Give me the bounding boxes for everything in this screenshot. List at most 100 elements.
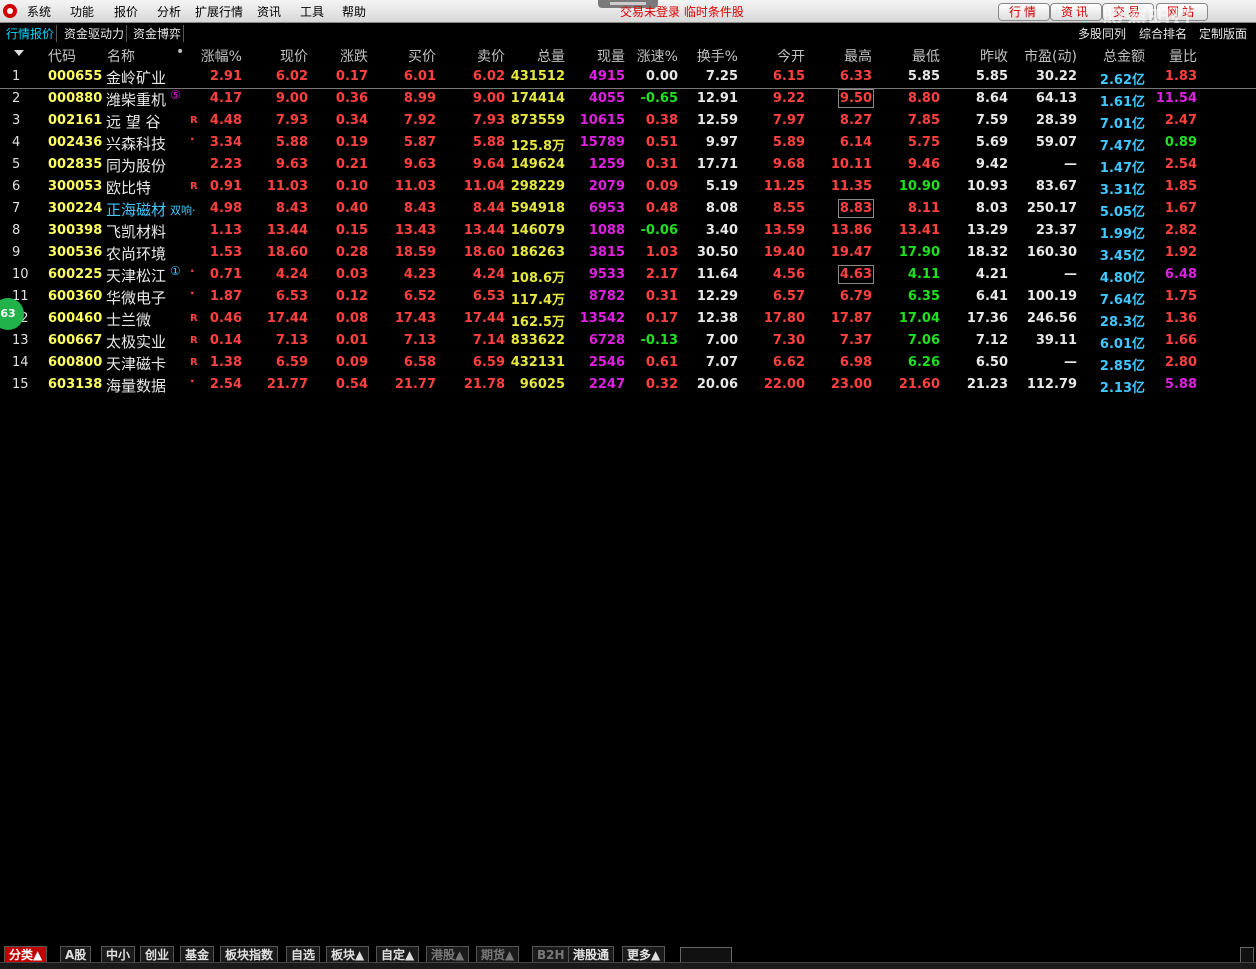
tab-multi-stock[interactable]: 多股同列 [1078, 25, 1126, 42]
column-header[interactable]: 总金额 [1103, 46, 1145, 66]
cell-high: 6.79 [839, 289, 872, 304]
stock-name: 欧比特 [106, 179, 152, 197]
menu-analysis[interactable]: 分析 [157, 3, 181, 20]
cell-prev: 9.42 [975, 157, 1008, 172]
table-row[interactable]: 14 600800 天津磁卡 R 1.38 6.59 0.09 6.58 6.59 432131 2… [0, 352, 1256, 374]
cell-price: 5.88 [275, 135, 308, 150]
cell-pct: 1.53 [209, 245, 242, 260]
cell-high: 19.47 [830, 245, 872, 260]
cell-spd: 0.61 [645, 355, 678, 370]
table-row[interactable]: 4 002436 兴森科技 · 3.34 5.88 0.19 5.87 5.88 125.8万 15… [0, 132, 1256, 154]
cell-chg: 0.01 [335, 333, 368, 348]
column-header[interactable]: 现量 [597, 46, 625, 66]
cell-turn: 7.25 [705, 69, 738, 84]
cell-spd: 0.31 [645, 157, 678, 172]
column-header[interactable]: 涨跌 [340, 46, 368, 66]
cell-cur: 15789 [579, 135, 625, 150]
menu-function[interactable]: 功能 [70, 3, 94, 20]
menu-news[interactable]: 资讯 [257, 3, 281, 20]
column-header[interactable]: 昨收 [980, 46, 1008, 66]
column-header[interactable]: 最低 [912, 46, 940, 66]
cell-vol: 108.6万 [510, 271, 565, 286]
cell-pe: 64.13 [1035, 91, 1077, 106]
table-row[interactable]: 7 300224 正海磁材 双响· 4.98 8.43 0.40 8.43 8.44 594918… [0, 198, 1256, 220]
tab-composite-rank[interactable]: 综合排名 [1139, 25, 1187, 42]
cell-low: 7.06 [907, 333, 940, 348]
tab-custom-layout[interactable]: 定制版面 [1199, 25, 1247, 42]
cell-low: 9.46 [907, 157, 940, 172]
column-header[interactable]: 最高 [844, 46, 872, 66]
table-row[interactable]: 9 300536 农尚环境 1.53 18.60 0.28 18.59 18.60 186263… [0, 242, 1256, 264]
cell-bid: 18.59 [394, 245, 436, 260]
cell-pe: 39.11 [1035, 333, 1077, 348]
cell-ratio: 2.54 [1164, 157, 1197, 172]
menu-quote[interactable]: 报价 [114, 3, 138, 20]
tab-capital-drive[interactable]: 资金驱动力 [62, 25, 128, 42]
cell-spd: -0.65 [640, 91, 678, 106]
column-header[interactable]: 涨速% [637, 46, 678, 66]
column-header[interactable]: 今开 [777, 46, 805, 66]
column-header[interactable]: 现价 [280, 46, 308, 66]
stock-code: 600460 [48, 311, 103, 326]
sort-dropdown-icon[interactable] [14, 50, 24, 56]
login-notice[interactable]: 交易未登录 临时条件股 [620, 3, 744, 20]
menu-help[interactable]: 帮助 [342, 3, 366, 20]
cell-amt: 2.13亿 [1099, 381, 1145, 396]
cell-vol: 432131 [510, 355, 565, 370]
cell-price: 7.13 [275, 333, 308, 348]
cell-prev: 4.21 [975, 267, 1008, 282]
column-header[interactable]: 市盈(动) [1024, 46, 1077, 66]
column-header[interactable]: 换手% [697, 46, 738, 66]
cell-chg: 0.36 [335, 91, 368, 106]
tab-capital-game[interactable]: 资金博弈 [131, 25, 185, 42]
table-row[interactable]: 12600460士兰微R0.4617.440.0817.4317.44162.5… [0, 308, 1256, 330]
column-header[interactable]: 买价 [408, 46, 436, 66]
cell-prev: 8.03 [975, 201, 1008, 216]
menu-extended-market[interactable]: 扩展行情 [195, 3, 243, 20]
cell-bid: 6.58 [403, 355, 436, 370]
cell-pe: — [1064, 355, 1077, 370]
column-header[interactable]: 代码 [48, 46, 76, 66]
cell-pe: 100.19 [1026, 289, 1077, 304]
table-row[interactable]: 8 300398 飞凯材料 1.13 13.44 0.15 13.43 13.44 146079… [0, 220, 1256, 242]
cell-amt: 6.01亿 [1099, 337, 1145, 352]
cell-low: 10.90 [898, 179, 940, 194]
column-header[interactable]: 卖价 [477, 46, 505, 66]
cell-high: 8.27 [839, 113, 872, 128]
cell-pct: 4.17 [209, 91, 242, 106]
table-row[interactable]: 3 002161 远 望 谷 R 4.48 7.93 0.34 7.92 7.93 873559 1… [0, 110, 1256, 132]
stock-name: 海量数据 [106, 377, 167, 395]
horizontal-scrollbar[interactable] [680, 947, 732, 963]
market-button[interactable]: 行情 [998, 3, 1050, 21]
column-header[interactable]: 名称 [107, 46, 135, 66]
cell-prev: 6.50 [975, 355, 1008, 370]
column-header[interactable]: 总量 [537, 46, 565, 66]
table-row[interactable]: 2 000880 潍柴重机 ⑤ 4.17 9.00 0.36 8.99 9.00 174414 40… [0, 88, 1256, 110]
table-row[interactable]: 11 600360 华微电子 · 1.87 6.53 0.12 6.52 6.53 117.4万 8… [0, 286, 1256, 308]
table-row[interactable]: 5 002835 同为股份 2.23 9.63 0.21 9.63 9.64 149624 125… [0, 154, 1256, 176]
cell-high: 6.14 [839, 135, 872, 150]
table-row[interactable]: 13 600667 太极实业 R 0.14 7.13 0.01 7.13 7.14 833622 6… [0, 330, 1256, 352]
table-row[interactable]: 10 600225 天津松江 · ① 0.71 4.24 0.03 4.23 4.24 108.6万… [0, 264, 1256, 286]
column-header[interactable]: 涨幅% [201, 46, 242, 66]
cell-low: 4.11 [907, 267, 940, 282]
menu-system[interactable]: 系统 [27, 3, 51, 20]
cell-pct: 0.71 [209, 267, 242, 282]
cell-cur: 13542 [579, 311, 625, 326]
cell-prev: 5.69 [975, 135, 1008, 150]
name-column-marker-icon: • [176, 44, 185, 60]
scroll-right-button[interactable] [1240, 947, 1254, 963]
table-row[interactable]: 1 000655 金岭矿业 2.91 6.02 0.17 6.01 6.02 431512 491… [0, 66, 1256, 89]
news-button[interactable]: 资讯 [1050, 3, 1102, 21]
stock-code: 600800 [48, 355, 103, 370]
table-row[interactable]: 6 300053 欧比特 R 0.91 11.03 0.10 11.03 11.04 298229… [0, 176, 1256, 198]
cell-cur: 2546 [588, 355, 625, 370]
column-header[interactable]: 量比 [1169, 46, 1197, 66]
cell-prev: 8.64 [975, 91, 1008, 106]
menu-tools[interactable]: 工具 [300, 3, 324, 20]
cell-ratio: 1.36 [1164, 311, 1197, 326]
table-row[interactable]: 15 603138 海量数据 · 2.54 21.77 0.54 21.77 21.78 9602… [0, 374, 1256, 396]
cell-amt: 1.99亿 [1099, 227, 1145, 242]
tab-quote-list[interactable]: 行情报价 [4, 25, 58, 42]
stock-name: 天津松江 [106, 267, 167, 285]
